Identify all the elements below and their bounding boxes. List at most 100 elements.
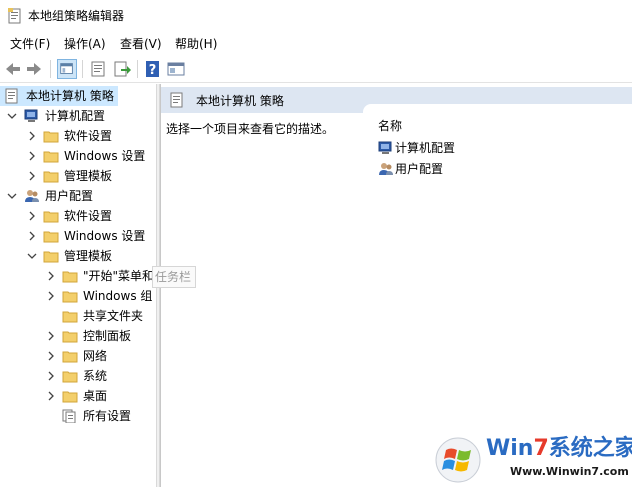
toolbar: ? bbox=[0, 56, 632, 83]
chevron-right-icon[interactable] bbox=[45, 266, 57, 286]
users-icon bbox=[379, 163, 393, 175]
tree-item-shared-folders[interactable]: 共享文件夹 bbox=[0, 306, 156, 326]
tree-label: 计算机配置 bbox=[45, 109, 106, 123]
chevron-right-icon[interactable] bbox=[26, 166, 38, 186]
chevron-right-icon[interactable] bbox=[26, 226, 38, 246]
chevron-right-icon[interactable] bbox=[45, 286, 57, 306]
folder-icon bbox=[43, 251, 59, 263]
tree-item-network[interactable]: 网络 bbox=[0, 346, 156, 366]
watermark-brand-rest: 系统之家 bbox=[548, 436, 632, 461]
folder-icon bbox=[62, 271, 78, 283]
list-item-user-config[interactable]: 用户配置 bbox=[378, 159, 498, 179]
folder-icon bbox=[43, 231, 59, 243]
list-item-computer-config[interactable]: 计算机配置 bbox=[378, 138, 498, 158]
tree-item-system[interactable]: 系统 bbox=[0, 366, 156, 386]
policy-document-icon bbox=[170, 92, 183, 108]
help-icon[interactable]: ? bbox=[143, 59, 163, 79]
folder-icon bbox=[62, 331, 78, 343]
tree-item-uc-software[interactable]: 软件设置 bbox=[0, 206, 156, 226]
watermark-brand-seven: 7 bbox=[533, 436, 549, 461]
tree-item-tooltip: 任务栏 bbox=[152, 266, 196, 288]
tree-label: Windows 设置 bbox=[64, 229, 146, 243]
list-item-label: 用户配置 bbox=[395, 162, 444, 176]
tree-item-desktop[interactable]: 桌面 bbox=[0, 386, 156, 406]
tree-label: 软件设置 bbox=[64, 209, 113, 223]
tree-item-computer-config[interactable]: 计算机配置 bbox=[0, 106, 156, 126]
menu-action[interactable]: 操作(A) bbox=[64, 36, 106, 52]
tree-item-cc-software[interactable]: 软件设置 bbox=[0, 126, 156, 146]
watermark-url: Www.Winwin7.com bbox=[510, 465, 629, 478]
tree-label: 网络 bbox=[83, 349, 108, 363]
svg-text:?: ? bbox=[149, 63, 157, 78]
folder-icon bbox=[62, 371, 78, 383]
tree-item-user-config[interactable]: 用户配置 bbox=[0, 186, 156, 206]
tree-item-start-menu[interactable]: "开始"菜单和 bbox=[0, 266, 156, 286]
policy-document-icon bbox=[5, 88, 18, 104]
folder-icon bbox=[43, 151, 59, 163]
policy-document-icon bbox=[8, 8, 21, 24]
properties-icon[interactable] bbox=[88, 59, 108, 79]
chevron-right-icon[interactable] bbox=[26, 146, 38, 166]
show-tree-icon[interactable] bbox=[57, 59, 77, 79]
tree-item-root[interactable]: 本地计算机 策略 bbox=[0, 86, 118, 106]
menu-view[interactable]: 查看(V) bbox=[120, 36, 162, 52]
folder-icon bbox=[43, 131, 59, 143]
folder-icon bbox=[62, 291, 78, 303]
toolbar-separator bbox=[137, 60, 138, 78]
menu-help[interactable]: 帮助(H) bbox=[175, 36, 217, 52]
tree-label: 管理模板 bbox=[64, 249, 113, 263]
chevron-right-icon[interactable] bbox=[45, 346, 57, 366]
computer-icon bbox=[378, 141, 392, 154]
users-icon bbox=[25, 190, 39, 202]
chevron-right-icon[interactable] bbox=[45, 326, 57, 346]
tree-label: 所有设置 bbox=[83, 409, 132, 423]
chevron-down-icon[interactable] bbox=[6, 106, 18, 126]
tree-label: 控制面板 bbox=[83, 329, 132, 343]
detail-description: 选择一个项目来查看它的描述。 bbox=[166, 122, 335, 136]
tree-label: 软件设置 bbox=[64, 129, 113, 143]
tree-item-uc-windows[interactable]: Windows 设置 bbox=[0, 226, 156, 246]
toolbar-separator bbox=[50, 60, 51, 78]
extended-view-icon[interactable] bbox=[166, 59, 186, 79]
back-icon[interactable] bbox=[3, 59, 23, 79]
tree-label: Windows 组 bbox=[83, 289, 153, 303]
tree-item-windows-components[interactable]: Windows 组 bbox=[0, 286, 156, 306]
chevron-right-icon[interactable] bbox=[45, 386, 57, 406]
folder-icon bbox=[43, 211, 59, 223]
folder-icon bbox=[62, 351, 78, 363]
computer-icon bbox=[24, 109, 38, 122]
chevron-down-icon[interactable] bbox=[26, 246, 38, 266]
watermark-brand-win: Win bbox=[486, 436, 534, 461]
tree-label: 用户配置 bbox=[45, 189, 94, 203]
windows-logo-icon bbox=[435, 437, 481, 483]
tree-pane: 本地计算机 策略 计算机配置 软件设置 Windows 设置 管理模板 用户配置… bbox=[0, 84, 156, 487]
tree-label: 本地计算机 策略 bbox=[26, 89, 114, 103]
tree-item-all-settings[interactable]: 所有设置 bbox=[0, 406, 156, 426]
tree-item-cc-windows[interactable]: Windows 设置 bbox=[0, 146, 156, 166]
menu-bar: 文件(F) 操作(A) 查看(V) 帮助(H) bbox=[0, 33, 632, 54]
chevron-right-icon[interactable] bbox=[26, 126, 38, 146]
export-icon[interactable] bbox=[112, 59, 132, 79]
tree-label: Windows 设置 bbox=[64, 149, 146, 163]
chevron-right-icon[interactable] bbox=[26, 206, 38, 226]
menu-file[interactable]: 文件(F) bbox=[10, 36, 50, 52]
column-header-name[interactable]: 名称 bbox=[378, 118, 402, 134]
tree-label: 共享文件夹 bbox=[83, 309, 144, 323]
all-settings-icon bbox=[62, 409, 76, 423]
tree-label: 管理模板 bbox=[64, 169, 113, 183]
chevron-right-icon[interactable] bbox=[45, 366, 57, 386]
tree-item-uc-admin[interactable]: 管理模板 bbox=[0, 246, 156, 266]
tree-label: 桌面 bbox=[83, 389, 108, 403]
tree-label: 系统 bbox=[83, 369, 108, 383]
folder-icon bbox=[62, 391, 78, 403]
detail-title: 本地计算机 策略 bbox=[196, 94, 284, 108]
folder-icon bbox=[62, 311, 78, 323]
tree-label: "开始"菜单和 bbox=[83, 269, 155, 283]
toolbar-separator bbox=[82, 60, 83, 78]
chevron-down-icon[interactable] bbox=[6, 186, 18, 206]
window-title: 本地组策略编辑器 bbox=[28, 9, 125, 23]
watermark-brand: Win7系统之家 bbox=[486, 436, 632, 462]
forward-icon[interactable] bbox=[24, 59, 44, 79]
tree-item-control-panel[interactable]: 控制面板 bbox=[0, 326, 156, 346]
tree-item-cc-admin[interactable]: 管理模板 bbox=[0, 166, 156, 186]
